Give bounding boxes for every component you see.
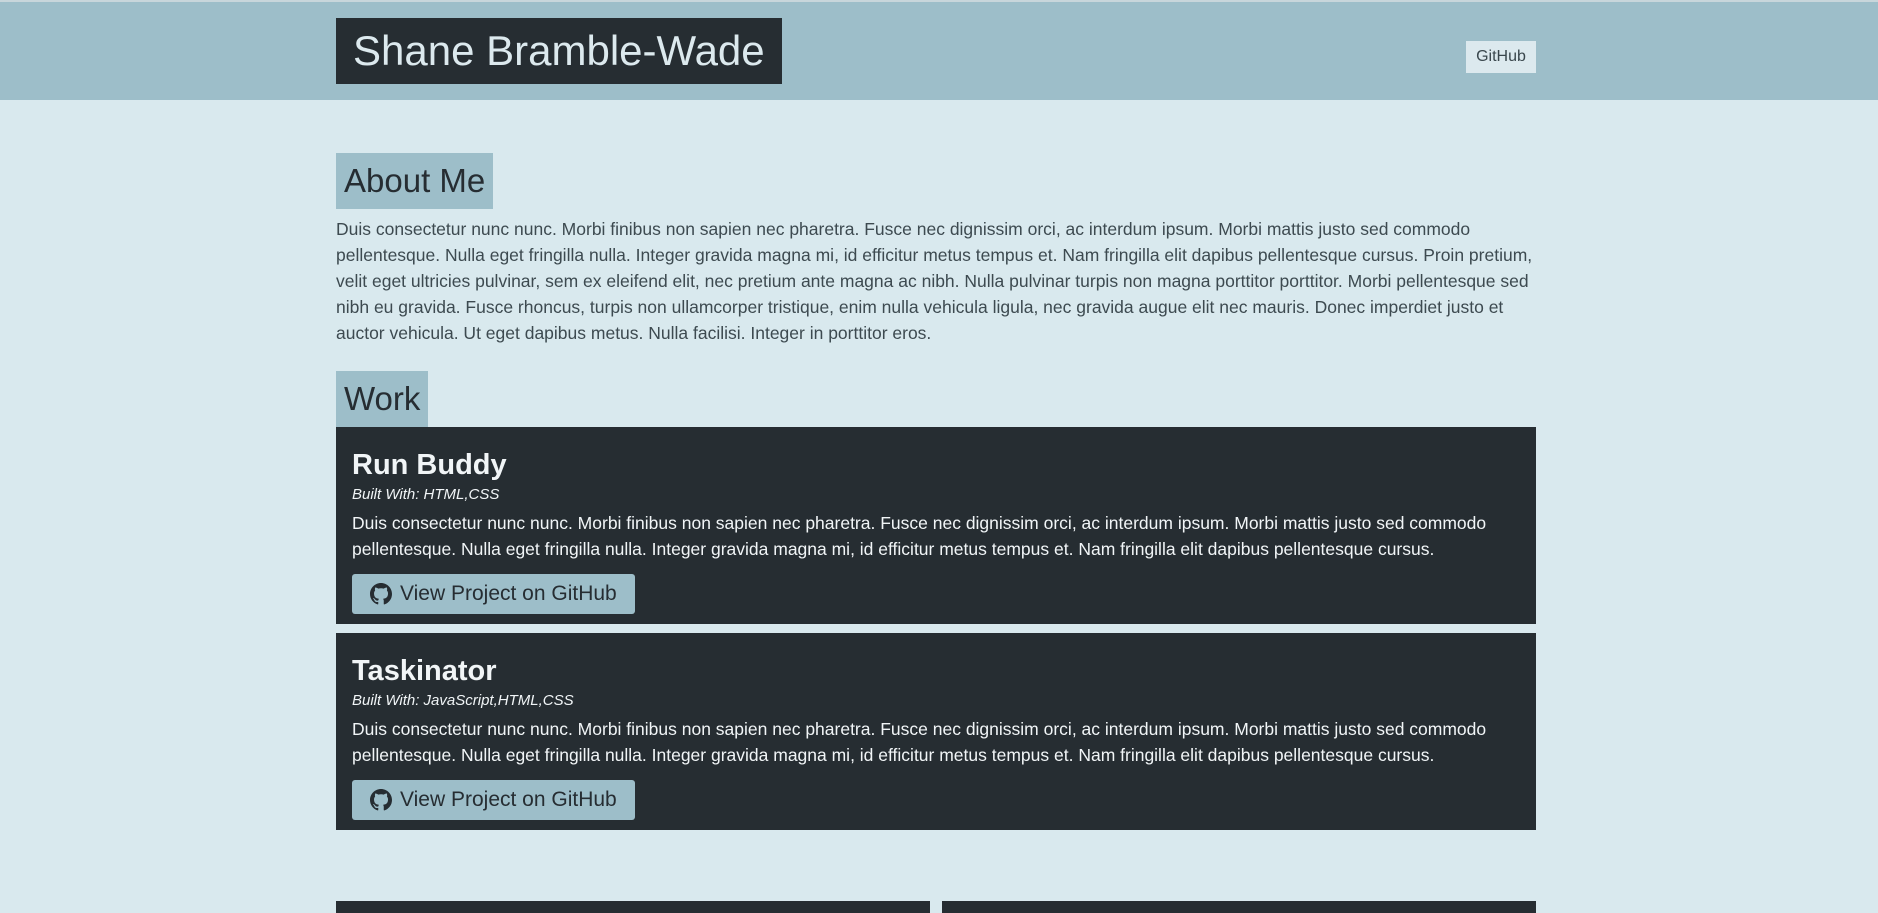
work-heading: Work [336,371,429,427]
about-heading: About Me [336,153,494,209]
project-title: Taskinator [352,655,497,687]
github-icon [370,583,392,605]
project-tech: Built With: HTML,CSS [352,486,500,503]
project-grid-partial [336,901,1536,913]
work-section: Work Run Buddy Built With: HTML,CSS Duis… [336,346,1536,830]
view-project-button[interactable]: View Project on GitHub [352,780,635,820]
project-title: Run Buddy [352,449,507,481]
site-header: Shane Bramble-Wade GitHub [0,2,1878,100]
project-card: Run Buddy Built With: HTML,CSS Duis cons… [336,427,1536,624]
about-text: Duis consectetur nunc nunc. Morbi finibu… [336,219,1533,343]
view-project-button[interactable]: View Project on GitHub [352,574,635,614]
view-project-label: View Project on GitHub [400,582,617,605]
project-description: Duis consectetur nunc nunc. Morbi finibu… [352,513,1487,559]
project-card: Taskinator Built With: JavaScript,HTML,C… [336,633,1536,830]
site-title[interactable]: Shane Bramble-Wade [336,18,782,84]
project-card-partial [942,901,1536,913]
project-card-partial [336,901,930,913]
github-icon [370,789,392,811]
about-section: About Me Duis consectetur nunc nunc. Mor… [336,100,1536,346]
view-project-label: View Project on GitHub [400,788,617,811]
project-tech: Built With: JavaScript,HTML,CSS [352,692,574,709]
github-nav-link[interactable]: GitHub [1466,41,1536,73]
main-content: About Me Duis consectetur nunc nunc. Mor… [336,100,1536,839]
project-description: Duis consectetur nunc nunc. Morbi finibu… [352,719,1487,765]
